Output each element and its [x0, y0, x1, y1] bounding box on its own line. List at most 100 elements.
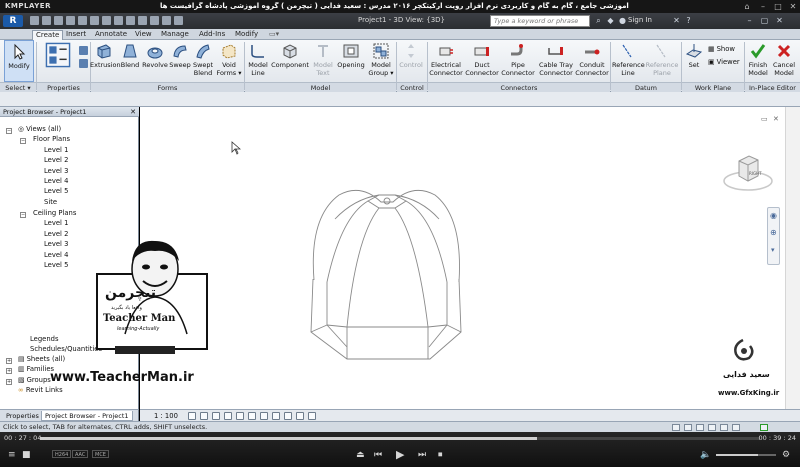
redo-icon[interactable]: [66, 16, 75, 25]
swept-blend-button[interactable]: Swept Blend: [192, 40, 214, 82]
filter-icon[interactable]: [760, 424, 768, 431]
menu-icon[interactable]: ≡: [8, 450, 16, 460]
model-line-button[interactable]: Model Line: [246, 40, 270, 82]
set-work-plane-button[interactable]: Set: [683, 40, 705, 82]
cable-tray-connector-button[interactable]: Cable Tray Connector: [537, 40, 575, 82]
detail-level-icon[interactable]: [188, 412, 196, 420]
crop-view-icon[interactable]: [248, 412, 256, 420]
tab-view[interactable]: View: [132, 30, 155, 40]
expand-icon[interactable]: +: [6, 379, 12, 385]
viewer-button[interactable]: ▣ Viewer: [708, 58, 740, 67]
family-types-icon[interactable]: [79, 59, 88, 68]
select-pinned-icon[interactable]: [708, 424, 716, 431]
print-icon[interactable]: [78, 16, 87, 25]
sign-in-button[interactable]: Sign In: [628, 16, 652, 24]
tree-ceiling-plan-level-3[interactable]: Level 3: [44, 240, 68, 249]
collapse-icon[interactable]: −: [20, 138, 26, 144]
opening-button[interactable]: Opening: [336, 40, 366, 82]
analytical-model-icon[interactable]: [308, 412, 316, 420]
exchange-icon[interactable]: ✕: [672, 16, 681, 25]
duct-connector-button[interactable]: Duct Connector: [465, 40, 499, 82]
revolve-button[interactable]: Revolve: [142, 40, 168, 82]
tab-project-browser[interactable]: Project Browser - Project1: [41, 411, 133, 421]
electrical-connector-button[interactable]: Electrical Connector: [428, 40, 464, 82]
steering-wheel-icon[interactable]: ◉: [770, 211, 777, 220]
finish-model-button[interactable]: Finish Model: [746, 40, 770, 82]
view-restore-icon[interactable]: ▭: [761, 115, 768, 123]
reference-line-button[interactable]: Reference Line: [612, 40, 645, 82]
pipe-connector-button[interactable]: Pipe Connector: [500, 40, 536, 82]
application-menu-button[interactable]: R: [3, 15, 23, 27]
search-icon[interactable]: ⌕: [594, 16, 603, 25]
tab-manage[interactable]: Manage: [158, 30, 192, 40]
play-icon[interactable]: ▶: [396, 448, 404, 461]
tab-annotate[interactable]: Annotate: [92, 30, 130, 40]
close-icon[interactable]: ✕: [786, 1, 800, 12]
tree-ceiling-plans[interactable]: Ceiling Plans: [33, 209, 76, 218]
select-underlay-icon[interactable]: [696, 424, 704, 431]
expand-icon[interactable]: +: [6, 368, 12, 374]
tab-create[interactable]: Create: [32, 30, 64, 40]
tree-ceiling-plan-level-2[interactable]: Level 2: [44, 230, 68, 239]
help-icon[interactable]: ?: [684, 16, 693, 25]
next-icon[interactable]: ⏭: [418, 450, 426, 460]
select-by-face-icon[interactable]: [720, 424, 728, 431]
nav-dropdown-icon[interactable]: ▾: [771, 246, 775, 254]
hide-isolate-icon[interactable]: [284, 412, 292, 420]
stop-icon[interactable]: ■: [22, 450, 31, 460]
drawing-area[interactable]: RIGHT ◉ ⊕ ▾ ▭ ✕ تیچرمن واقعا یاد بگیرید …: [50, 107, 800, 409]
3d-view-icon[interactable]: [126, 16, 135, 25]
tree-families[interactable]: ▥ Families: [18, 365, 54, 374]
component-button[interactable]: Component: [271, 40, 309, 82]
undo-icon[interactable]: [54, 16, 63, 25]
qat-dropdown-icon[interactable]: [174, 16, 183, 25]
render-icon[interactable]: [236, 412, 244, 420]
modify-button[interactable]: Modify: [4, 40, 34, 82]
user-icon[interactable]: ●: [618, 16, 627, 25]
expand-icon[interactable]: +: [6, 358, 12, 364]
tree-schedules[interactable]: Schedules/Quantities: [30, 345, 102, 354]
show-crop-icon[interactable]: [260, 412, 268, 420]
measure-icon[interactable]: [90, 16, 99, 25]
close-icon[interactable]: ✕: [130, 107, 136, 117]
ribbon-options-icon[interactable]: ▭▾: [266, 30, 282, 40]
sweep-button[interactable]: Sweep: [168, 40, 192, 82]
volume-icon[interactable]: 🔈: [700, 450, 711, 460]
cancel-model-button[interactable]: Cancel Model: [770, 40, 798, 82]
visual-style-icon[interactable]: [200, 412, 208, 420]
app-restore-icon[interactable]: ▢: [760, 16, 769, 25]
tag-icon[interactable]: [102, 16, 111, 25]
sun-path-icon[interactable]: [212, 412, 220, 420]
blend-button[interactable]: Blend: [118, 40, 142, 82]
show-work-plane-button[interactable]: ▦ Show: [708, 45, 735, 54]
collapse-icon[interactable]: −: [6, 128, 12, 134]
eject-icon[interactable]: ⏏: [356, 450, 365, 460]
section-icon[interactable]: [138, 16, 147, 25]
extrusion-button[interactable]: Extrusion: [90, 40, 121, 82]
settings-icon[interactable]: ⚙: [782, 450, 790, 460]
conduit-connector-button[interactable]: Conduit Connector: [575, 40, 609, 82]
switch-windows-icon[interactable]: [162, 16, 171, 25]
shadows-icon[interactable]: [224, 412, 232, 420]
view-scale[interactable]: 1 : 100: [154, 412, 178, 420]
viewcube[interactable]: RIGHT: [723, 149, 773, 199]
vertical-scrollbar[interactable]: [785, 107, 800, 409]
select-links-icon[interactable]: [684, 424, 692, 431]
model-group-button[interactable]: Model Group ▾: [368, 40, 394, 82]
family-category-icon[interactable]: [79, 46, 88, 55]
tree-floor-plan-level-5[interactable]: Level 5: [44, 187, 68, 196]
tree-ceiling-plan-level-1[interactable]: Level 1: [44, 219, 68, 228]
tree-sheets[interactable]: ▤ Sheets (all): [18, 355, 65, 364]
thin-lines-icon[interactable]: [150, 16, 159, 25]
tab-add-ins[interactable]: Add-Ins: [196, 30, 228, 40]
lock-3d-view-icon[interactable]: [272, 412, 280, 420]
tab-modify[interactable]: Modify: [232, 30, 261, 40]
tree-floor-plan-level-3[interactable]: Level 3: [44, 167, 68, 176]
pin-icon[interactable]: ⌂: [740, 1, 754, 12]
tree-groups[interactable]: ▧ Groups: [18, 376, 51, 385]
drag-elements-icon[interactable]: [732, 424, 740, 431]
reveal-hidden-icon[interactable]: [296, 412, 304, 420]
subscription-icon[interactable]: ◆: [606, 16, 615, 25]
panel-select[interactable]: Select ▾: [0, 82, 36, 92]
open-icon[interactable]: [30, 16, 39, 25]
